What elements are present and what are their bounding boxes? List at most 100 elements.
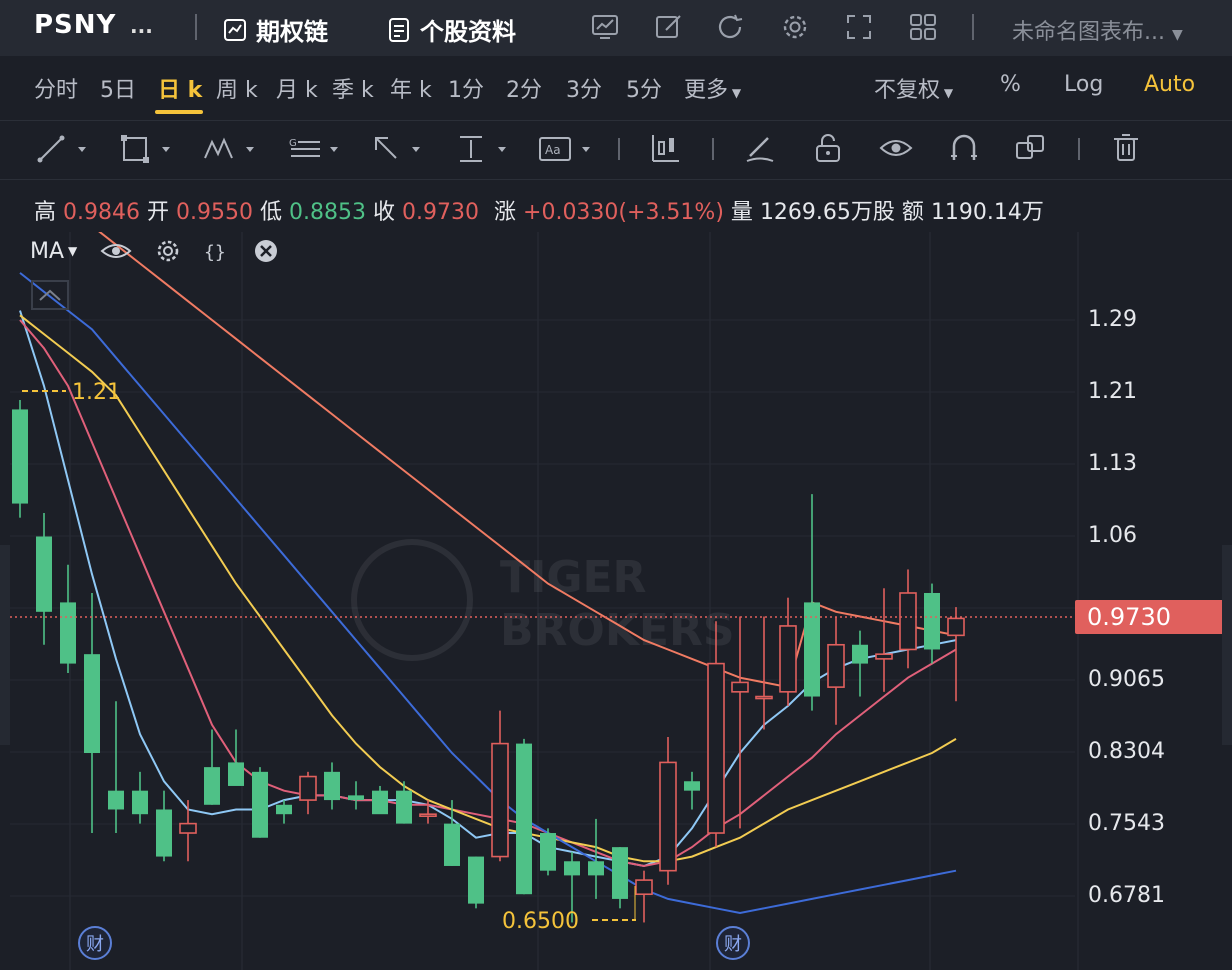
candle-body [419,813,437,817]
measure-tool-icon[interactable] [456,134,510,164]
high-label: 高 [34,200,57,225]
period-more[interactable]: 更多 ▼ [684,72,741,104]
low-value: 0.8853 [289,200,366,225]
open-value: 0.9550 [176,200,253,225]
adjust-dropdown[interactable]: 不复权 ▼ [874,72,953,104]
pattern-tool-icon[interactable] [202,134,260,164]
candle-body [228,762,244,786]
chevron-down-icon: ▼ [1171,27,1183,43]
period-yearly[interactable]: 年 k [390,72,432,104]
candle-body [516,743,532,895]
period-1min[interactable]: 1分 [448,72,484,104]
period-3min[interactable]: 3分 [566,72,602,104]
candle-body [875,653,893,660]
candle-style-icon[interactable] [650,132,682,164]
divider [712,138,714,160]
candle [252,767,268,838]
caret-down-icon[interactable]: ▼ [68,244,77,258]
indicator-chart-icon[interactable] [590,12,620,42]
candle-body [947,617,965,637]
current-price-tag: 0.9730 [1075,600,1225,634]
candlestick-chart[interactable]: TIGER BROKERS 1.21 0.6500 [0,232,1232,970]
ma-indicator-bar: MA ▼ {} [30,238,279,264]
chart-layout-label: 未命名图表布... [1012,20,1165,45]
period-intraday[interactable]: 分时 [34,72,78,104]
period-5min[interactable]: 5分 [626,72,662,104]
low-label: 低 [260,200,283,225]
text-tool-icon[interactable]: Aa [538,134,596,164]
fullscreen-icon[interactable] [844,12,874,42]
finance-event-badge[interactable]: 财 [716,926,750,960]
edit-icon[interactable] [654,12,684,42]
candle-body [36,536,52,612]
svg-text:G: G [289,138,297,149]
candle-body [204,767,220,805]
layout-grid-icon[interactable] [908,12,938,42]
ticker-more[interactable]: ... [130,14,153,38]
options-chain-button[interactable]: 期权链 [222,12,328,47]
magnet-icon[interactable] [948,132,980,164]
left-panel-handle[interactable] [0,545,10,745]
caret-down-icon: ▼ [940,86,954,100]
right-panel-handle[interactable] [1222,545,1232,745]
close-value: 0.9730 [402,200,479,225]
document-icon [389,17,409,42]
candle-body [684,781,700,791]
eye-icon[interactable] [878,132,914,164]
candle-body [324,771,340,801]
price-axis-label: 1.13 [1088,451,1137,476]
candle-body [852,644,868,664]
low-marker-label: 0.6500 [502,909,579,934]
ma-code-icon[interactable]: {} [203,238,229,264]
trend-line-tool-icon[interactable] [36,134,90,164]
percent-toggle[interactable]: % [1000,72,1021,97]
ma-settings-icon[interactable] [155,238,181,264]
candle-body [731,681,749,693]
pen-icon[interactable] [744,132,776,164]
period-daily[interactable]: 日 k [158,72,202,104]
period-quarterly[interactable]: 季 k [332,72,374,104]
period-5day[interactable]: 5日 [100,72,136,104]
ma-visibility-icon[interactable] [99,238,133,264]
amount-value: 1190.14万 [930,200,1044,225]
stock-info-label: 个股资料 [420,18,516,46]
unlock-icon[interactable] [812,132,844,164]
options-chain-icon [224,18,246,41]
price-axis-label: 1.29 [1088,307,1137,332]
candle [468,856,484,909]
copy-icon[interactable] [1014,132,1048,164]
candle-body [564,861,580,876]
amount-label: 额 [901,200,924,225]
ma-label[interactable]: MA [30,239,64,264]
period-weekly[interactable]: 周 k [216,72,258,104]
auto-toggle[interactable]: Auto [1144,72,1195,97]
price-axis-label: 0.7543 [1088,811,1165,836]
ticker-symbol[interactable]: PSNY [34,10,116,40]
candle [12,400,28,518]
stock-info-button[interactable]: 个股资料 [386,12,516,47]
candle-body [132,790,148,815]
options-chain-label: 期权链 [256,18,328,46]
settings-icon[interactable] [780,12,810,42]
change-label: 涨 [494,200,517,225]
divider [618,138,620,160]
fibonacci-tool-icon[interactable]: G [288,134,344,164]
high-marker-label: 1.21 [72,380,121,405]
open-label: 开 [147,200,170,225]
chart-layout-name[interactable]: 未命名图表布... ▼ [1012,14,1183,46]
finance-event-badge[interactable]: 财 [78,926,112,960]
trash-icon[interactable] [1110,132,1142,164]
ma-close-icon[interactable] [253,238,279,264]
period-2min[interactable]: 2分 [506,72,542,104]
refresh-icon[interactable] [716,12,746,42]
candle-body [540,833,556,871]
rectangle-tool-icon[interactable] [120,134,174,164]
arrow-tool-icon[interactable] [372,134,426,164]
svg-text:{}: {} [204,242,226,263]
close-label: 收 [373,200,396,225]
price-axis-label: 0.8304 [1088,739,1165,764]
period-monthly[interactable]: 月 k [276,72,318,104]
log-toggle[interactable]: Log [1064,72,1103,97]
candle-body [899,592,917,651]
period-more-label: 更多 [684,78,729,103]
